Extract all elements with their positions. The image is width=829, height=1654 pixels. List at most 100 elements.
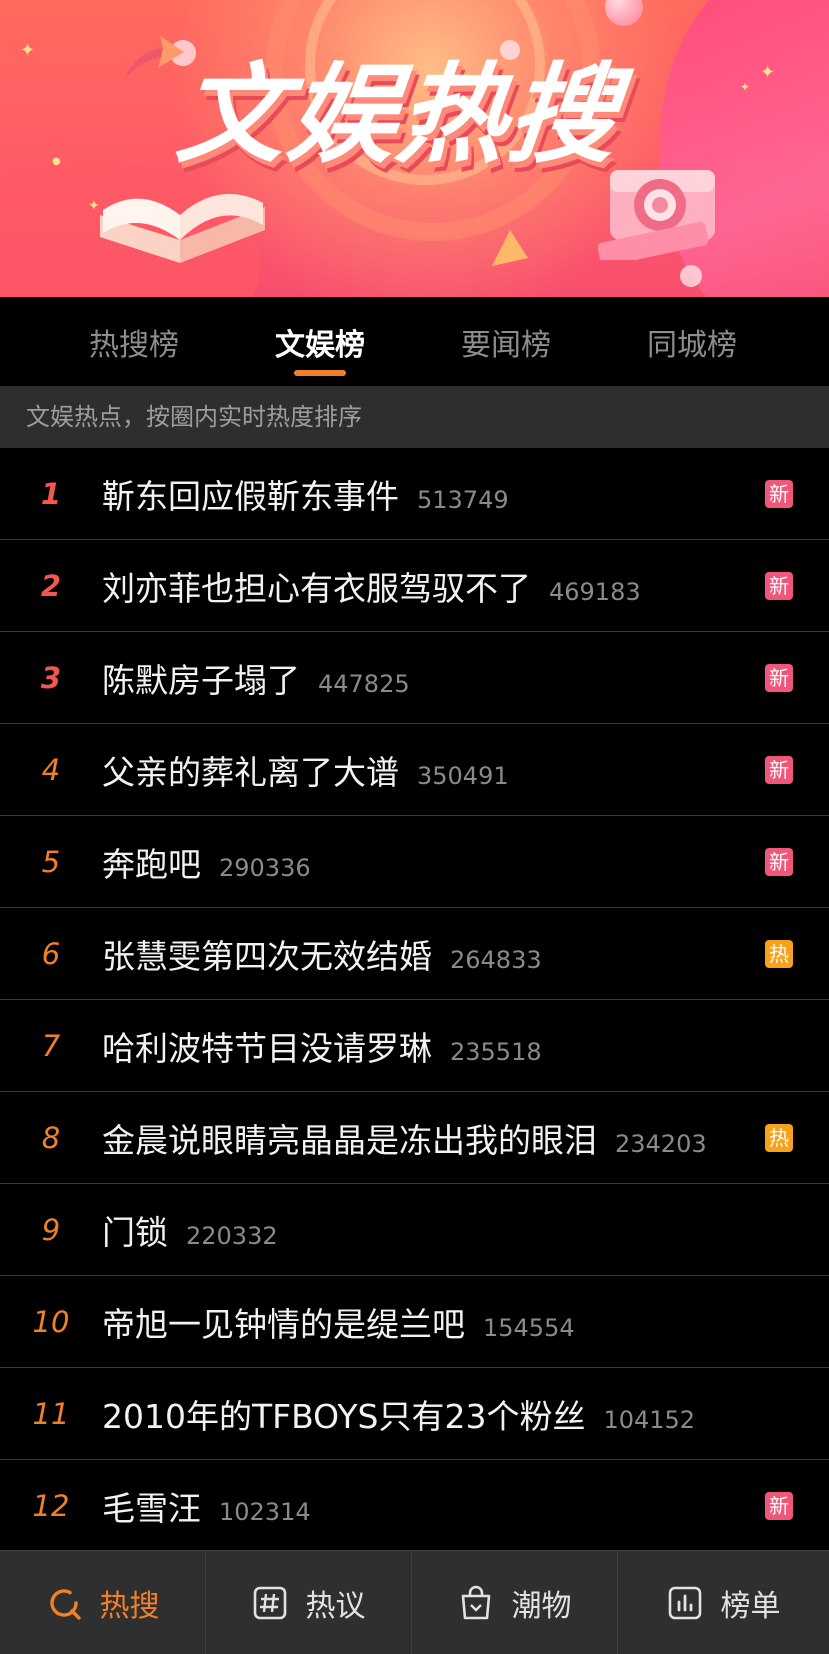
new-badge: 新 [765, 479, 793, 508]
active-tab-indicator [294, 370, 346, 376]
tab-local[interactable]: 同城榜 [599, 297, 785, 386]
topic-title: 陈默房子塌了 [102, 660, 300, 700]
topic-title: 2010年的TFBOYS只有23个粉丝 [102, 1396, 586, 1436]
nav-label: 榜单 [720, 1588, 781, 1624]
nav-trend-goods[interactable]: 潮物 [412, 1551, 618, 1654]
tab-label: 热搜榜 [89, 327, 179, 363]
topic: 陈默房子塌了 447825 [102, 654, 410, 702]
topic: 刘亦菲也担心有衣服驾驭不了 469183 [102, 562, 641, 610]
topic-title: 父亲的葬礼离了大谱 [102, 752, 399, 792]
topic-title: 毛雪汪 [102, 1488, 201, 1528]
hot-badge: 热 [765, 939, 793, 968]
topic: 父亲的葬礼离了大谱 350491 [102, 746, 509, 794]
rank-number: 6 [41, 936, 61, 971]
tab-label: 要闻榜 [461, 327, 551, 363]
list-item[interactable]: 8 金晨说眼睛亮晶晶是冻出我的眼泪 234203 热 [0, 1092, 829, 1184]
topic: 奔跑吧 290336 [102, 838, 311, 886]
nav-label: 热搜 [99, 1588, 160, 1624]
heat-count: 104152 [603, 1405, 696, 1434]
list-item[interactable]: 2 刘亦菲也担心有衣服驾驭不了 469183 新 [0, 540, 829, 632]
topic: 金晨说眼睛亮晶晶是冻出我的眼泪 234203 [102, 1114, 707, 1162]
rank-number: 10 [32, 1304, 70, 1339]
list-item[interactable]: 9 门锁 220332 [0, 1184, 829, 1276]
rank-number: 1 [40, 476, 62, 511]
heat-count: 154554 [483, 1313, 575, 1342]
new-badge: 新 [765, 847, 793, 876]
list-item[interactable]: 7 哈利波特节目没请罗琳 235518 [0, 1000, 829, 1092]
banner: ✦ ✦ ✦ ✦ ● 文娱热搜 [0, 0, 829, 297]
rank-number: 12 [32, 1488, 70, 1523]
topic-title: 帝旭一见钟情的是缇兰吧 [102, 1304, 465, 1344]
new-badge: 新 [765, 1491, 793, 1520]
topic-title: 门锁 [102, 1212, 168, 1252]
heat-count: 235518 [450, 1037, 542, 1066]
topic: 门锁 220332 [102, 1206, 278, 1254]
list-item[interactable]: 5 奔跑吧 290336 新 [0, 816, 829, 908]
camera-illustration [598, 170, 715, 260]
topic-title: 哈利波特节目没请罗琳 [102, 1028, 432, 1068]
sparkle-icon: ✦ [740, 80, 751, 94]
topic-title: 刘亦菲也担心有衣服驾驭不了 [102, 568, 531, 608]
new-badge: 新 [765, 755, 793, 784]
bar-chart-icon [667, 1585, 703, 1621]
heat-count: 234203 [615, 1129, 707, 1158]
rank-number: 11 [32, 1396, 70, 1431]
sparkle-icon: ✦ [760, 62, 776, 83]
nav-label: 热议 [305, 1588, 366, 1624]
list-item[interactable]: 12 毛雪汪 102314 新 [0, 1460, 829, 1552]
list-item[interactable]: 1 靳东回应假靳东事件 513749 新 [0, 448, 829, 540]
ranking-list: 1 靳东回应假靳东事件 513749 新 2 刘亦菲也担心有衣服驾驭不了 469… [0, 448, 829, 1552]
tab-news[interactable]: 要闻榜 [413, 297, 599, 386]
topic: 帝旭一见钟情的是缇兰吧 154554 [102, 1298, 575, 1346]
heat-count: 469183 [549, 577, 641, 606]
rank-number: 2 [40, 568, 62, 603]
banner-title: 文娱热搜 [171, 53, 625, 178]
rank-number: 3 [40, 660, 62, 695]
hashtag-icon [252, 1585, 288, 1621]
topic: 2010年的TFBOYS只有23个粉丝 104152 [102, 1390, 695, 1438]
tab-label: 文娱榜 [275, 327, 365, 363]
sparkle-icon: ✦ [20, 40, 36, 61]
rank-number: 4 [41, 752, 61, 787]
topic: 毛雪汪 102314 [102, 1482, 311, 1530]
new-badge: 新 [765, 663, 793, 692]
search-refresh-icon [46, 1585, 82, 1621]
list-item[interactable]: 6 张慧雯第四次无效结婚 264833 热 [0, 908, 829, 1000]
heat-count: 102314 [219, 1497, 311, 1526]
topic-title: 靳东回应假靳东事件 [102, 476, 399, 516]
heat-count: 264833 [450, 945, 542, 974]
shopping-bag-icon [458, 1585, 494, 1621]
topic-title: 张慧雯第四次无效结婚 [102, 936, 432, 976]
new-badge: 新 [765, 571, 793, 600]
topic: 靳东回应假靳东事件 513749 [102, 470, 509, 518]
list-item[interactable]: 10 帝旭一见钟情的是缇兰吧 154554 [0, 1276, 829, 1368]
topic-title: 金晨说眼睛亮晶晶是冻出我的眼泪 [102, 1120, 597, 1160]
nav-discussion[interactable]: 热议 [206, 1551, 412, 1654]
tab-label: 同城榜 [647, 327, 737, 363]
bubble-decoration [680, 265, 702, 287]
tab-entertainment[interactable]: 文娱榜 [227, 297, 413, 386]
category-tabs: 热搜榜 文娱榜 要闻榜 同城榜 [0, 297, 829, 386]
arrow-decoration [123, 36, 184, 80]
heat-count: 513749 [417, 485, 509, 514]
rank-number: 5 [41, 844, 61, 879]
bottom-navigation: 热搜 热议 潮物 榜单 [0, 1550, 829, 1654]
list-description: 文娱热点，按圈内实时热度排序 [0, 386, 829, 448]
heat-count: 220332 [186, 1221, 278, 1250]
tab-hot-search[interactable]: 热搜榜 [41, 297, 227, 386]
triangle-decoration [492, 230, 528, 266]
list-item[interactable]: 4 父亲的葬礼离了大谱 350491 新 [0, 724, 829, 816]
list-item[interactable]: 3 陈默房子塌了 447825 新 [0, 632, 829, 724]
nav-rankings[interactable]: 榜单 [618, 1551, 829, 1654]
rank-number: 7 [41, 1028, 61, 1063]
sparkle-icon: ● [52, 156, 61, 167]
topic: 张慧雯第四次无效结婚 264833 [102, 930, 542, 978]
list-item[interactable]: 11 2010年的TFBOYS只有23个粉丝 104152 [0, 1368, 829, 1460]
heat-count: 447825 [318, 669, 410, 698]
heat-count: 290336 [219, 853, 311, 882]
nav-label: 潮物 [511, 1588, 572, 1624]
topic-title: 奔跑吧 [102, 844, 201, 884]
topic: 哈利波特节目没请罗琳 235518 [102, 1022, 542, 1070]
heat-count: 350491 [417, 761, 509, 790]
nav-hot-search[interactable]: 热搜 [0, 1551, 206, 1654]
